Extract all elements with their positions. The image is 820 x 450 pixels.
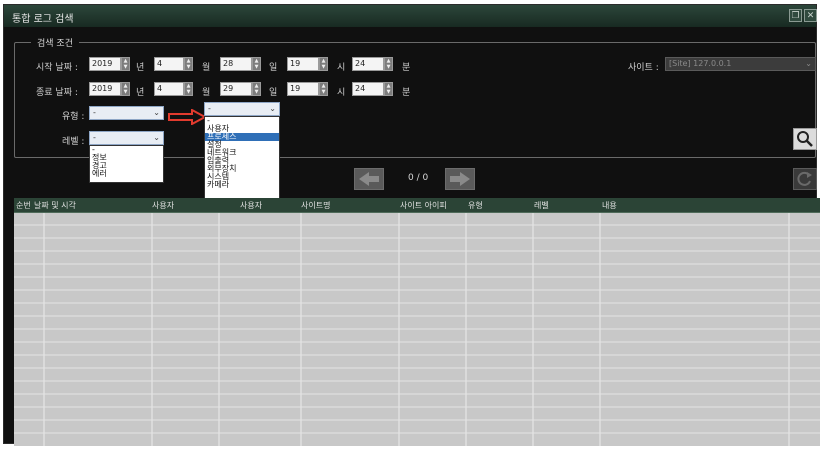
- start-year-field[interactable]: 2019: [89, 57, 121, 71]
- type-select-open-value: -: [208, 104, 211, 113]
- chevron-down-icon: ⌄: [153, 108, 160, 117]
- window-title: 통합 로그 검색: [12, 14, 74, 25]
- end-hour-field[interactable]: 19: [287, 82, 319, 96]
- close-icon[interactable]: ✕: [804, 9, 817, 22]
- end-year-spinner[interactable]: ▲ ▼: [121, 82, 130, 96]
- criteria-legend: 검색 조건: [31, 36, 79, 49]
- type-select-open[interactable]: - ⌄: [204, 102, 280, 116]
- table-header: 순번 날짜 및 시각 사용자 사용자 사이트명 사이트 아이피 유형 레벨 내용: [14, 198, 820, 213]
- site-select-value: [Site] 127.0.0.1: [669, 59, 732, 68]
- end-minute-spinner[interactable]: ▲ ▼: [384, 82, 393, 96]
- column-header[interactable]: 순번: [16, 200, 31, 211]
- restore-icon[interactable]: ❐: [789, 9, 802, 22]
- start-hour-unit: 시: [337, 63, 346, 73]
- type-dropdown-list: - 사용자 프로세스 설정 네트워크 입출력 외부장치 시스템 카메라: [204, 116, 280, 208]
- start-month-spinner[interactable]: ▲ ▼: [184, 57, 193, 71]
- start-date-label: 시작 날짜 :: [36, 63, 78, 73]
- column-header[interactable]: 사이트명: [301, 200, 330, 211]
- site-select[interactable]: [Site] 127.0.0.1 ⌄: [665, 57, 816, 71]
- end-minute-unit: 분: [402, 88, 411, 98]
- table-grid-lines: [14, 213, 820, 446]
- end-month-unit: 월: [202, 88, 211, 98]
- next-page-button[interactable]: [445, 168, 475, 190]
- column-header[interactable]: 유형: [468, 200, 483, 211]
- start-hour-spinner[interactable]: ▲ ▼: [319, 57, 328, 71]
- log-search-window: 통합 로그 검색 ❐ ✕ 검색 조건 시작 날짜 : 2019 ▲ ▼ 년 4 ▲…: [3, 4, 820, 446]
- level-label: 레벨 :: [62, 137, 85, 147]
- end-hour-spinner[interactable]: ▲ ▼: [319, 82, 328, 96]
- title-bar: 통합 로그 검색 ❐ ✕: [4, 5, 817, 27]
- start-minute-field[interactable]: 24: [352, 57, 384, 71]
- column-header[interactable]: 날짜 및 시각: [34, 200, 76, 211]
- log-table: 순번 날짜 및 시각 사용자 사용자 사이트명 사이트 아이피 유형 레벨 내용: [14, 198, 820, 446]
- red-arrow-icon: [168, 109, 206, 125]
- column-header[interactable]: 내용: [602, 200, 617, 211]
- level-option[interactable]: 에러: [90, 170, 163, 178]
- start-minute-unit: 분: [402, 63, 411, 73]
- page-indicator: 0 / 0: [408, 173, 429, 183]
- search-icon: [797, 131, 813, 147]
- type-label: 유형 :: [62, 112, 85, 122]
- column-header[interactable]: 레벨: [534, 200, 549, 211]
- type-select[interactable]: - ⌄: [89, 106, 164, 120]
- start-year-spinner[interactable]: ▲ ▼: [121, 57, 130, 71]
- start-month-unit: 월: [202, 63, 211, 73]
- prev-page-button[interactable]: [354, 168, 384, 190]
- refresh-icon: [797, 171, 812, 186]
- start-hour-field[interactable]: 19: [287, 57, 319, 71]
- end-year-field[interactable]: 2019: [89, 82, 121, 96]
- start-day-unit: 일: [269, 63, 278, 73]
- table-body[interactable]: [14, 213, 820, 446]
- end-minute-field[interactable]: 24: [352, 82, 384, 96]
- end-month-spinner[interactable]: ▲ ▼: [184, 82, 193, 96]
- level-select[interactable]: - ⌄: [89, 131, 164, 145]
- type-option[interactable]: 카메라: [205, 181, 279, 189]
- start-day-spinner[interactable]: ▲ ▼: [252, 57, 261, 71]
- chevron-down-icon: ⌄: [805, 59, 812, 68]
- end-day-spinner[interactable]: ▲ ▼: [252, 82, 261, 96]
- end-day-field[interactable]: 29: [220, 82, 252, 96]
- column-header[interactable]: 사용자: [152, 200, 174, 211]
- site-label: 사이트 :: [628, 63, 659, 73]
- search-button[interactable]: [793, 128, 817, 150]
- end-month-field[interactable]: 4: [154, 82, 184, 96]
- start-year-unit: 년: [136, 63, 145, 73]
- arrow-left-icon: [359, 172, 379, 186]
- level-select-value: -: [93, 133, 96, 142]
- level-dropdown-list: - 정보 경고 에러: [89, 145, 164, 183]
- arrow-right-icon: [450, 172, 470, 186]
- end-day-unit: 일: [269, 88, 278, 98]
- end-hour-unit: 시: [337, 88, 346, 98]
- refresh-button[interactable]: [793, 168, 817, 190]
- type-select-value: -: [93, 108, 96, 117]
- start-month-field[interactable]: 4: [154, 57, 184, 71]
- start-day-field[interactable]: 28: [220, 57, 252, 71]
- end-date-label: 종료 날짜 :: [36, 88, 78, 98]
- chevron-down-icon: ⌄: [269, 104, 276, 113]
- end-year-unit: 년: [136, 88, 145, 98]
- column-header[interactable]: 사이트 아이피: [400, 200, 447, 211]
- chevron-down-icon: ⌄: [153, 133, 160, 142]
- start-minute-spinner[interactable]: ▲ ▼: [384, 57, 393, 71]
- column-header[interactable]: 사용자: [240, 200, 262, 211]
